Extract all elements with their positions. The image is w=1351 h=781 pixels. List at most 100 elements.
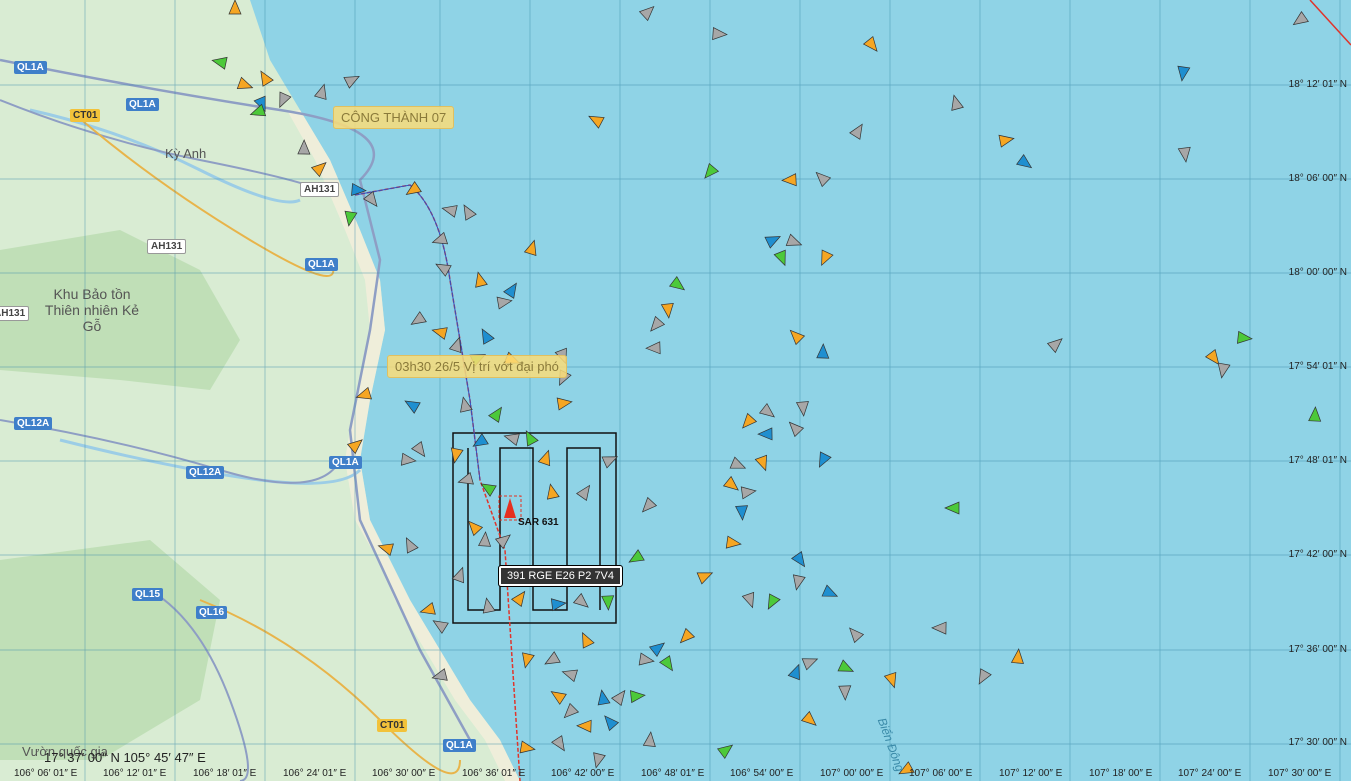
vessel-marker[interactable]	[449, 447, 464, 464]
vessel-marker[interactable]	[586, 111, 605, 129]
vessel-marker[interactable]	[521, 428, 539, 447]
vessel-marker[interactable]	[419, 602, 436, 618]
vessel-marker[interactable]	[821, 584, 840, 602]
vessel-marker[interactable]	[494, 530, 514, 550]
vessel-marker[interactable]	[236, 76, 254, 93]
vessel-marker[interactable]	[478, 531, 492, 547]
vessel-marker[interactable]	[601, 595, 615, 611]
vessel-marker[interactable]	[1237, 330, 1253, 344]
vessel-marker[interactable]	[696, 567, 715, 585]
vessel-marker[interactable]	[459, 202, 477, 221]
vessel-marker[interactable]	[601, 451, 620, 469]
vessel-marker[interactable]	[1290, 11, 1309, 30]
vessel-marker[interactable]	[401, 535, 419, 554]
vessel-marker[interactable]	[837, 659, 856, 677]
vessel-marker[interactable]	[626, 549, 645, 567]
vessel-marker[interactable]	[725, 535, 742, 550]
vessel-marker[interactable]	[590, 752, 606, 769]
vessel-marker[interactable]	[754, 454, 771, 472]
vessel-marker[interactable]	[464, 517, 484, 537]
vessel-marker[interactable]	[550, 597, 567, 612]
vessel-marker[interactable]	[735, 505, 749, 521]
vessel-marker[interactable]	[472, 271, 488, 288]
vessel-marker[interactable]	[676, 627, 696, 647]
vessel-marker[interactable]	[845, 624, 865, 644]
vessel-marker[interactable]	[355, 386, 372, 404]
vessel-marker[interactable]	[722, 475, 742, 495]
vessel-marker[interactable]	[556, 396, 573, 411]
vessel-marker[interactable]	[451, 565, 468, 584]
vessel-marker[interactable]	[668, 275, 688, 295]
vessel-marker[interactable]	[400, 452, 417, 467]
vessel-marker[interactable]	[785, 418, 805, 438]
vessel-marker[interactable]	[256, 68, 274, 87]
vessel-marker[interactable]	[773, 249, 790, 267]
vessel-marker[interactable]	[712, 27, 728, 41]
vessel-layer[interactable]	[0, 0, 1351, 781]
vessel-marker[interactable]	[542, 651, 561, 669]
vessel-marker[interactable]	[659, 655, 678, 674]
vessel-marker[interactable]	[787, 662, 804, 681]
callout-cong-thanh[interactable]: CÔNG THÀNH 07	[333, 106, 455, 129]
vessel-marker[interactable]	[729, 456, 748, 474]
vessel-marker[interactable]	[430, 616, 449, 634]
callout-vi-tri[interactable]: 03h30 26/5 Vị trí vớt đại phó	[387, 355, 567, 378]
vessel-marker[interactable]	[630, 689, 646, 704]
vessel-marker[interactable]	[741, 591, 758, 609]
vessel-marker[interactable]	[297, 139, 311, 155]
vessel-marker[interactable]	[548, 687, 567, 705]
vessel-marker[interactable]	[758, 402, 778, 422]
vessel-marker[interactable]	[791, 551, 810, 570]
vessel-marker[interactable]	[1177, 146, 1192, 163]
vessel-marker[interactable]	[523, 239, 541, 256]
vessel-marker[interactable]	[561, 666, 578, 683]
vessel-marker[interactable]	[481, 597, 496, 614]
vessel-marker[interactable]	[510, 588, 530, 607]
vessel-marker[interactable]	[801, 653, 819, 671]
vessel-marker[interactable]	[931, 621, 947, 635]
vessel-marker[interactable]	[470, 433, 489, 452]
vessel-marker[interactable]	[551, 735, 570, 754]
vessel-marker[interactable]	[519, 740, 536, 755]
vessel-marker[interactable]	[740, 485, 757, 500]
vessel-marker[interactable]	[1010, 648, 1024, 664]
vessel-marker[interactable]	[457, 396, 473, 413]
vessel-marker[interactable]	[496, 295, 513, 310]
vessel-marker[interactable]	[646, 315, 666, 335]
vessel-marker[interactable]	[786, 326, 806, 346]
vessel-marker[interactable]	[478, 479, 497, 497]
vessel-marker[interactable]	[838, 685, 852, 701]
vessel-marker[interactable]	[785, 233, 803, 250]
vessel-marker[interactable]	[638, 496, 658, 516]
vessel-marker[interactable]	[862, 35, 882, 55]
vessel-marker[interactable]	[537, 448, 554, 467]
vessel-marker[interactable]	[716, 740, 736, 760]
vessel-marker[interactable]	[488, 404, 507, 423]
vessel-marker[interactable]	[790, 574, 806, 591]
vessel-marker[interactable]	[572, 592, 592, 612]
vessel-marker[interactable]	[642, 731, 656, 747]
vessel-marker[interactable]	[764, 231, 783, 249]
vessel-marker[interactable]	[596, 689, 611, 706]
vessel-marker[interactable]	[519, 652, 535, 669]
vessel-marker[interactable]	[441, 202, 458, 218]
vessel-marker[interactable]	[448, 336, 465, 354]
vessel-marker[interactable]	[403, 181, 422, 200]
vessel-marker[interactable]	[431, 324, 448, 340]
vessel-marker[interactable]	[610, 687, 630, 707]
vessel-marker[interactable]	[1216, 362, 1231, 379]
vessel-marker[interactable]	[1176, 65, 1191, 82]
vessel-marker[interactable]	[477, 326, 495, 345]
vessel-marker[interactable]	[576, 719, 592, 733]
vessel-marker[interactable]	[849, 121, 868, 140]
vessel-marker[interactable]	[503, 430, 520, 446]
vessel-marker[interactable]	[343, 71, 362, 89]
vessel-marker[interactable]	[544, 483, 560, 500]
vessel-marker[interactable]	[816, 249, 834, 268]
vessel-marker[interactable]	[1016, 153, 1035, 173]
vessel-marker[interactable]	[883, 671, 900, 689]
vessel-marker[interactable]	[816, 343, 830, 359]
vessel-marker[interactable]	[408, 311, 427, 330]
vessel-marker[interactable]	[757, 427, 773, 441]
vessel-marker[interactable]	[560, 702, 580, 722]
